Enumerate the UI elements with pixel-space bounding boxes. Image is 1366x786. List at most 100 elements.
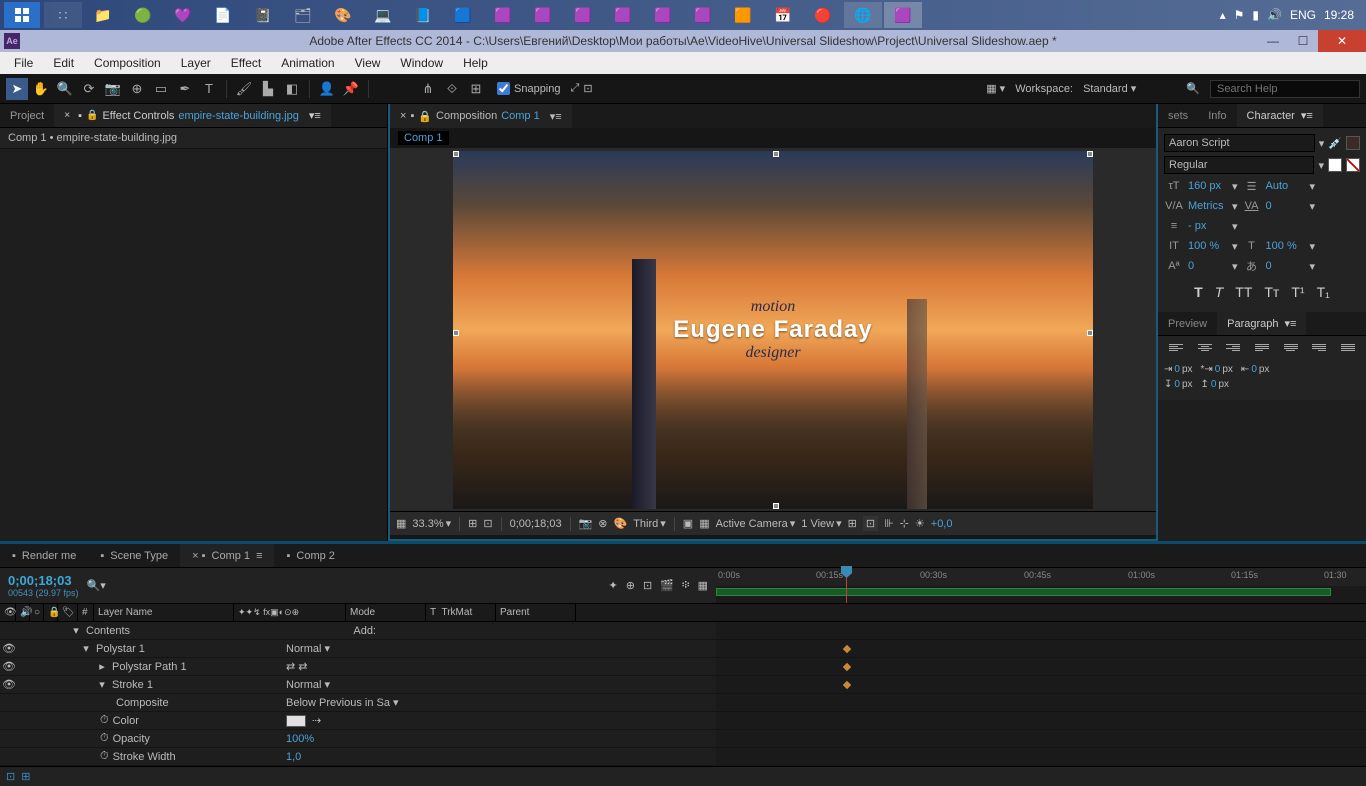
stopwatch-icon[interactable]: ⏱ xyxy=(100,750,109,763)
menu-help[interactable]: Help xyxy=(453,56,498,70)
tracking-value[interactable]: 0 xyxy=(1266,200,1306,212)
prop-value[interactable]: 100% xyxy=(286,733,716,745)
dropdown-icon[interactable]: ▾ xyxy=(1310,240,1316,253)
layer-row-polystar-path[interactable]: 👁 ▸Polystar Path 1 ⇄ ⇄ xyxy=(0,658,1366,676)
search-layer-icon[interactable]: 🔍▾ xyxy=(87,579,106,592)
zoom-tool[interactable]: 🔍 xyxy=(54,78,76,100)
timecode-display[interactable]: 0;00;18;03 xyxy=(510,518,562,530)
taskbar-app[interactable]: 📁 xyxy=(84,2,122,28)
tray-up-icon[interactable]: ▴ xyxy=(1220,8,1226,22)
tray-lang[interactable]: ENG xyxy=(1290,8,1316,22)
transform-handle[interactable] xyxy=(773,151,779,157)
tray-volume-icon[interactable]: 🔊 xyxy=(1267,8,1282,22)
timeline-tab-comp1[interactable]: × ▪ Comp 1 ≡ xyxy=(180,544,274,567)
layer-row-contents[interactable]: ▾Contents Add: xyxy=(0,622,1366,640)
composition-viewer[interactable]: motion Eugene Faraday designer xyxy=(390,148,1156,511)
stroke-color-swatch[interactable] xyxy=(1328,158,1342,172)
menu-view[interactable]: View xyxy=(345,56,391,70)
camera-select[interactable]: Active Camera ▾ xyxy=(716,517,796,530)
current-timecode[interactable]: 0;00;18;03 xyxy=(8,573,79,588)
transform-handle[interactable] xyxy=(453,151,459,157)
axis-tool[interactable]: ⋔ xyxy=(417,78,439,100)
transform-handle[interactable] xyxy=(773,503,779,509)
superscript-button[interactable]: T¹ xyxy=(1291,284,1304,300)
pixel-aspect-icon[interactable]: ⊞ xyxy=(848,517,857,530)
type-tool[interactable]: T xyxy=(198,78,220,100)
lock-icon[interactable]: 🔒 xyxy=(418,110,432,123)
col-parent[interactable]: Parent xyxy=(496,604,576,621)
tab-close-icon[interactable]: × xyxy=(64,110,70,121)
taskbar-app[interactable]: ∷ xyxy=(44,2,82,28)
roto-tool[interactable]: 👤 xyxy=(316,78,338,100)
exposure-icon[interactable]: ☀ xyxy=(915,517,925,530)
dropdown-icon[interactable]: ▾ xyxy=(1232,260,1238,273)
transform-handle[interactable] xyxy=(1087,151,1093,157)
tl-tool-icon[interactable]: ፨ xyxy=(682,579,690,592)
tray-clock[interactable]: 19:28 xyxy=(1324,8,1354,22)
timeline-ruler[interactable]: 0:00s 00:15s 00:30s 00:45s 01:00s 01:15s… xyxy=(716,568,1366,603)
panel-menu-icon[interactable]: ▾≡ xyxy=(309,109,321,122)
taskbar-app[interactable]: 🟦 xyxy=(444,2,482,28)
menu-composition[interactable]: Composition xyxy=(84,56,171,70)
taskbar-app[interactable]: 🟪 xyxy=(524,2,562,28)
snap-option-icon[interactable]: ⤢ xyxy=(571,82,580,95)
start-button[interactable] xyxy=(4,2,40,28)
tl-tool-icon[interactable]: ✦ xyxy=(609,579,618,592)
toggle-switches-icon[interactable]: ⊡ xyxy=(6,770,15,783)
tab-character[interactable]: Character ▾≡ xyxy=(1237,104,1323,127)
tab-project[interactable]: Project xyxy=(0,104,54,127)
smallcaps-button[interactable]: Tᴛ xyxy=(1264,284,1279,300)
workspace-select[interactable]: Standard ▾ xyxy=(1083,82,1136,95)
indent-first[interactable]: *⇥ 0 px xyxy=(1201,364,1233,375)
composition-tab[interactable]: × ▪ 🔒 Composition Comp 1 ▾≡ xyxy=(390,104,572,128)
puppet-tool[interactable]: 📌 xyxy=(340,78,362,100)
tl-tool-icon[interactable]: ⊕ xyxy=(626,579,635,592)
subscript-button[interactable]: T₁ xyxy=(1317,284,1330,300)
panel-menu-icon[interactable]: ▾≡ xyxy=(550,110,562,123)
blend-mode[interactable]: Normal xyxy=(286,679,321,691)
dropdown-icon[interactable]: ▾ xyxy=(1318,159,1324,172)
col-trkmat[interactable]: T TrkMat xyxy=(426,604,496,621)
fast-preview-icon[interactable]: ⊡ xyxy=(863,516,878,531)
font-style-select[interactable]: Regular xyxy=(1164,156,1314,174)
align-left-button[interactable] xyxy=(1167,342,1185,358)
taskbar-app[interactable]: 📘 xyxy=(404,2,442,28)
flowchart-icon[interactable]: ⊹ xyxy=(900,517,909,530)
dropdown-icon[interactable]: ▾ xyxy=(1319,137,1325,150)
lock-icon[interactable]: 🔒 xyxy=(86,110,98,121)
exposure-value[interactable]: +0,0 xyxy=(931,518,953,530)
bold-button[interactable]: T xyxy=(1194,284,1203,300)
tl-tool-icon[interactable]: ▦ xyxy=(698,579,708,592)
space-after[interactable]: ↥ 0 px xyxy=(1201,379,1230,390)
col-lock-icon[interactable]: 🔒 xyxy=(44,604,58,621)
hand-tool[interactable]: ✋ xyxy=(30,78,52,100)
taskbar-app[interactable]: 🟪 xyxy=(484,2,522,28)
keyframe[interactable] xyxy=(843,663,851,671)
tl-tool-icon[interactable]: ⊡ xyxy=(643,579,652,592)
taskbar-app[interactable]: 🟪 xyxy=(644,2,682,28)
hscale-value[interactable]: 100 % xyxy=(1266,240,1306,252)
timeline-tab-comp2[interactable]: ▪ Comp 2 xyxy=(274,544,346,567)
add-label[interactable]: Add: xyxy=(353,625,376,637)
channel-icon[interactable]: ⊗ xyxy=(598,517,607,530)
taskbar-app[interactable]: 🟪 xyxy=(564,2,602,28)
color-swatch[interactable] xyxy=(286,715,306,727)
fill-color-swatch[interactable] xyxy=(1346,136,1360,150)
safe-zone-icon[interactable]: ▣ xyxy=(683,517,693,530)
align-right-button[interactable] xyxy=(1224,342,1242,358)
eye-toggle[interactable]: 👁 xyxy=(0,678,18,691)
transform-handle[interactable] xyxy=(1087,330,1093,336)
justify-left-button[interactable] xyxy=(1253,342,1271,358)
camera-tool[interactable]: 📷 xyxy=(102,78,124,100)
magnification-icon[interactable]: ▦ xyxy=(396,517,406,530)
taskbar-app[interactable]: 🟪 xyxy=(884,2,922,28)
layer-row-stroke[interactable]: 👁 ▾Stroke 1 Normal ▾ xyxy=(0,676,1366,694)
close-button[interactable]: ✕ xyxy=(1318,30,1366,52)
resolution-icon[interactable]: ⊞ xyxy=(468,517,477,530)
taskbar-app[interactable]: 🟪 xyxy=(604,2,642,28)
justify-all-button[interactable] xyxy=(1339,342,1357,358)
minimize-button[interactable]: — xyxy=(1258,30,1288,52)
col-solo-icon[interactable]: ○ xyxy=(30,604,44,621)
snapshot-icon[interactable]: 📷 xyxy=(579,517,593,530)
dropdown-icon[interactable]: ▾ xyxy=(1232,200,1238,213)
